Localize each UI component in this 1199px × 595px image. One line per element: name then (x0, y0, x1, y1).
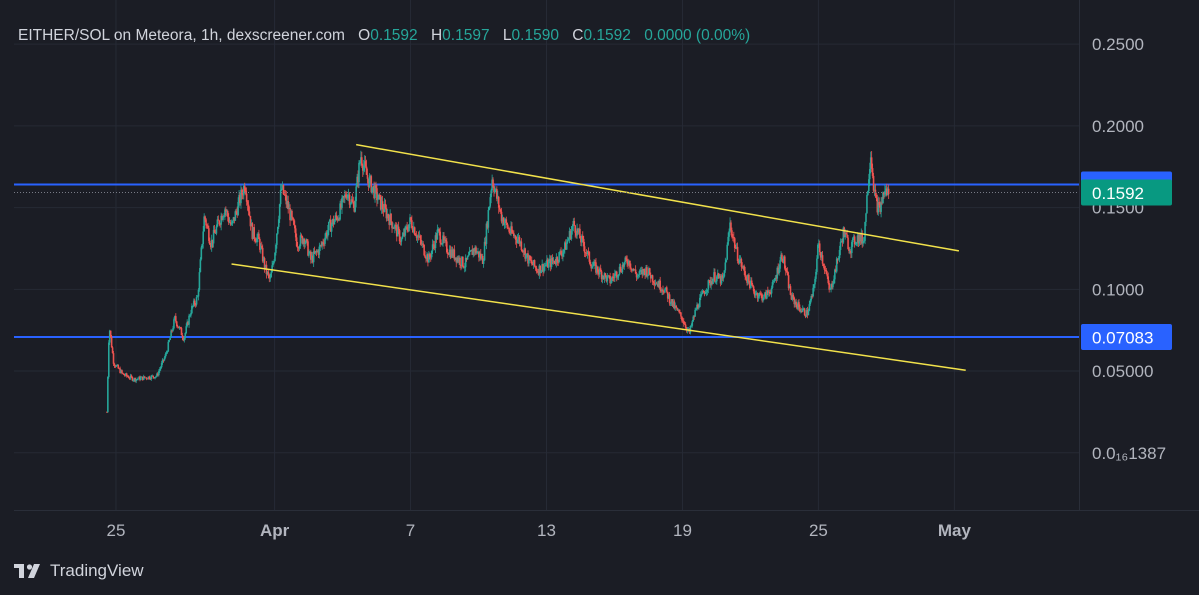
candle-body (839, 241, 842, 250)
candle-body (665, 287, 668, 292)
candle-body (803, 308, 806, 316)
candle-body (168, 340, 171, 342)
candle-body (355, 186, 357, 202)
candle-body (630, 267, 632, 269)
chart-interval: 1h (200, 27, 219, 44)
candle-body (152, 375, 154, 378)
candle-body (821, 255, 824, 264)
symbol-pair[interactable]: EITHER/SOL (18, 27, 110, 44)
price-axis-labels: 0.25000.20000.15000.10000.050000.0₁₆1387 (1092, 35, 1166, 463)
candle-body (818, 243, 821, 253)
candle-body (202, 231, 205, 245)
candle-body (816, 258, 818, 272)
x-tick-label: 7 (406, 521, 415, 540)
candle-body (110, 336, 113, 348)
price-change: 0.0000 (0.00%) (644, 27, 751, 44)
symbol-exchange: on Meteora (113, 27, 193, 44)
candle-body (865, 213, 867, 223)
candle-body (482, 260, 485, 264)
x-tick-label: May (938, 521, 972, 540)
candle-body (169, 337, 171, 341)
candle-body (591, 266, 593, 269)
candle-body (358, 162, 360, 183)
y-tick-label: 0.2000 (1092, 117, 1144, 136)
candle-body (253, 227, 255, 239)
candle-body (107, 342, 110, 378)
x-tick-label: 25 (107, 521, 126, 540)
candle-body (276, 233, 278, 245)
ohlc-low-key: L (502, 27, 512, 44)
candle-body (533, 260, 536, 267)
chart-legend: EITHER/SOL on Meteora, 1h, dexscreener.c… (18, 27, 751, 44)
data-source: dexscreener.com (226, 27, 345, 44)
candle-body (520, 241, 523, 250)
ohlc-close-key: C (572, 27, 584, 44)
x-tick-label: 25 (809, 521, 828, 540)
trendline (356, 143, 960, 252)
y-tick-label: 0.2500 (1092, 35, 1144, 54)
ohlc-close-value: 0.1592 (583, 27, 631, 44)
candle-body (137, 378, 139, 380)
candle-body (675, 305, 678, 308)
candle-body (121, 370, 123, 373)
candle-body (195, 297, 198, 305)
x-tick-label: Apr (260, 521, 290, 540)
hline-price-badge: 0.07083 (1092, 329, 1153, 348)
candle-body (327, 221, 330, 231)
candle-body (112, 353, 115, 364)
tradingview-brand[interactable]: TradingView (14, 561, 144, 581)
time-axis-labels: 25 Apr 7 13 19 25 May (107, 521, 972, 540)
candle-body (270, 272, 272, 278)
candlestick-series (106, 150, 890, 413)
candle-body (107, 377, 109, 412)
candle-body (140, 377, 142, 380)
candle-body (248, 211, 251, 216)
candle-body (726, 244, 729, 260)
ohlc-high-value: 0.1597 (442, 27, 490, 44)
x-tick-label: 13 (537, 521, 556, 540)
candle-body (173, 319, 175, 329)
candle-body (167, 341, 170, 352)
candle-body (573, 221, 576, 226)
y-tick-label: 0.0₁₆1387 (1092, 444, 1166, 463)
price-chart[interactable]: 0.25000.20000.15000.10000.050000.0₁₆1387… (0, 0, 1199, 595)
candle-body (487, 209, 490, 228)
tradingview-name: TradingView (50, 561, 144, 580)
candle-body (698, 307, 700, 309)
candle-body (714, 272, 716, 282)
candle-body (366, 174, 369, 179)
candle-body (781, 254, 783, 259)
y-tick-label: 0.05000 (1092, 362, 1153, 381)
chart-grid (14, 0, 1079, 510)
candle-body (390, 213, 392, 222)
candle-body (175, 316, 177, 322)
candle-body (199, 259, 202, 273)
trendline (231, 263, 966, 371)
candle-body (188, 315, 190, 325)
candle-body (467, 255, 470, 257)
candle-body (291, 210, 293, 218)
candle-body (724, 262, 727, 271)
candle-body (462, 256, 464, 267)
candle-body (887, 188, 890, 195)
candle-body (866, 195, 868, 214)
x-tick-label: 19 (673, 521, 692, 540)
candle-body (680, 312, 682, 317)
ohlc-low-value: 0.1590 (511, 27, 559, 44)
tradingview-logo-icon (14, 564, 40, 578)
y-tick-label: 0.1000 (1092, 280, 1144, 299)
candle-body (694, 309, 696, 317)
candle-body (198, 272, 201, 290)
ohlc-open-key: O (358, 27, 371, 44)
ohlc-open-value: 0.1592 (370, 27, 418, 44)
price-axis-badges: 0.16410.070830.1592 (1081, 171, 1172, 351)
candle-body (748, 274, 750, 282)
candle-body (583, 246, 586, 253)
candle-body (807, 310, 810, 316)
ohlc-high-key: H (430, 27, 443, 44)
last-price-badge: 0.1592 (1092, 184, 1144, 203)
candle-body (459, 257, 461, 265)
candle-body (215, 226, 218, 234)
